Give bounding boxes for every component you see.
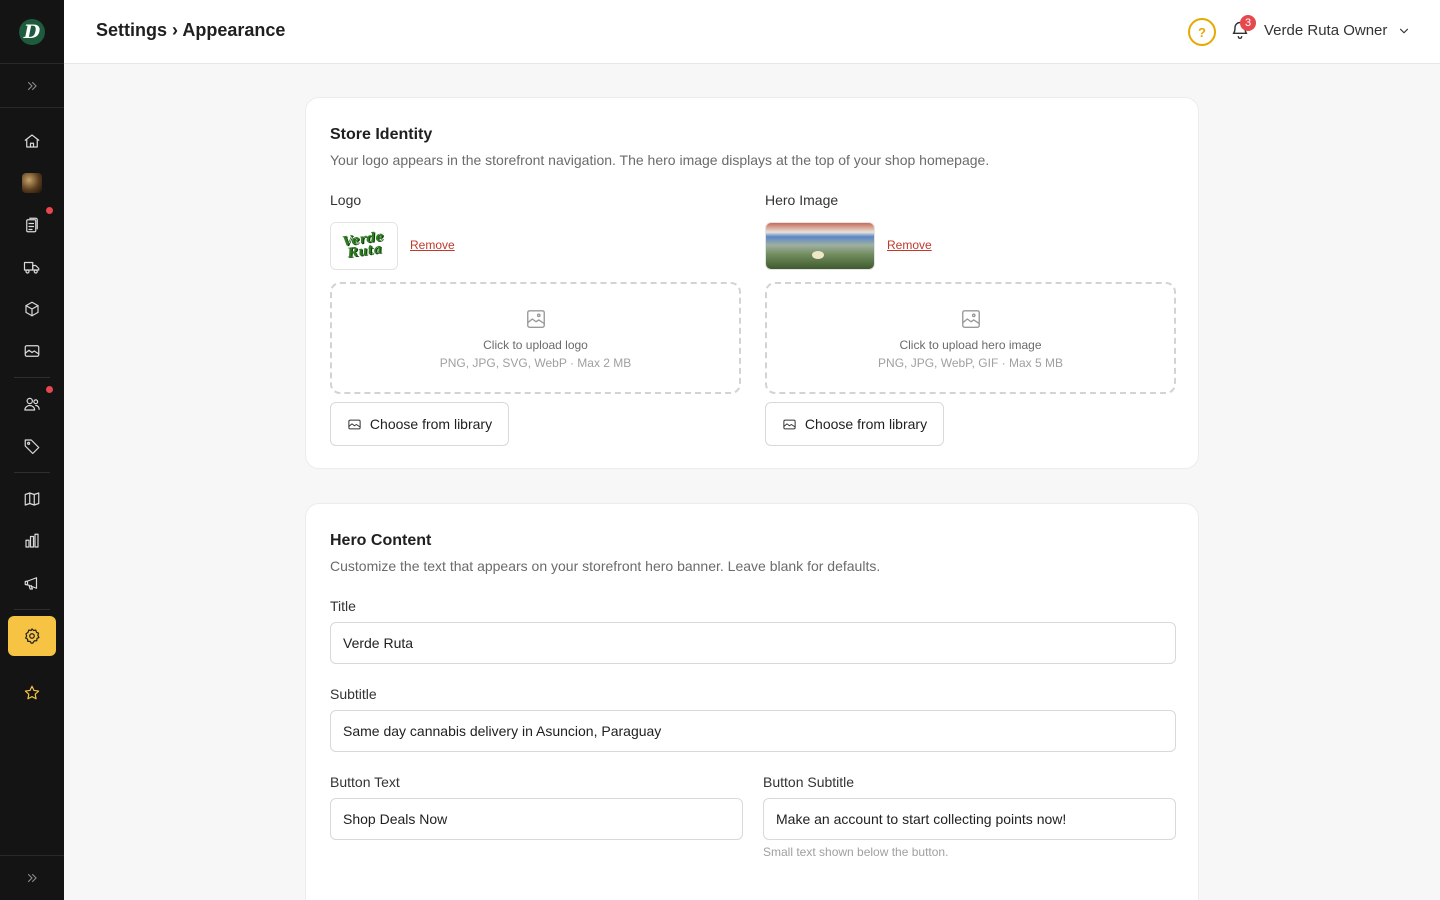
image-icon	[783, 419, 796, 429]
logo-image: Verde Ruta	[331, 223, 397, 269]
star-icon	[24, 685, 40, 700]
logo-preview: Verde Ruta	[330, 222, 398, 270]
section-description: Customize the text that appears on your …	[330, 558, 881, 574]
map-icon	[24, 492, 40, 506]
hero-choose-from-library-button[interactable]: Choose from library	[765, 402, 944, 446]
title-label: Title	[330, 598, 356, 614]
sidebar-divider	[14, 377, 50, 378]
customers-alert-dot	[46, 386, 53, 393]
hero-title-input[interactable]	[330, 622, 1176, 664]
sidebar-divider	[14, 609, 50, 610]
chevrons-right-icon	[27, 81, 37, 90]
sidebar-item-products[interactable]	[12, 291, 52, 327]
brand-logo-mark: D	[19, 18, 45, 45]
logo-label: Logo	[330, 192, 362, 208]
logo-wordmark: Verde Ruta	[341, 229, 385, 262]
orders-alert-dot	[46, 207, 53, 214]
upload-hint: PNG, JPG, SVG, WebP · Max 2 MB	[439, 356, 632, 370]
subtitle-label: Subtitle	[330, 686, 377, 702]
sidebar-divider	[14, 472, 50, 473]
button-subtitle-helper: Small text shown below the button.	[763, 845, 949, 859]
upload-title: Click to upload logo	[483, 338, 588, 352]
sidebar-item-settings[interactable]	[8, 616, 56, 656]
tag-icon	[24, 439, 40, 455]
upload-title: Click to upload hero image	[899, 338, 1042, 352]
user-menu[interactable]: Verde Ruta Owner	[1264, 22, 1411, 39]
gear-icon	[25, 628, 40, 644]
remove-logo-link[interactable]: Remove	[410, 238, 455, 252]
bar-chart-icon	[25, 533, 39, 548]
product-thumbnail	[22, 173, 42, 193]
hero-image-upload-dropzone[interactable]: Click to upload hero image PNG, JPG, Web…	[765, 282, 1176, 394]
sidebar-item-loyalty[interactable]	[12, 675, 52, 711]
box-icon	[25, 301, 39, 317]
hero-image-label: Hero Image	[765, 192, 839, 208]
logo-upload-dropzone[interactable]: Click to upload logo PNG, JPG, SVG, WebP…	[330, 282, 741, 394]
button-subtitle-label: Button Subtitle	[763, 774, 855, 790]
upload-hint: PNG, JPG, WebP, GIF · Max 5 MB	[878, 356, 1063, 370]
section-title: Store Identity	[330, 126, 433, 143]
notifications-button[interactable]: 3	[1230, 15, 1256, 44]
image-upload-icon	[526, 310, 545, 328]
button-subtitle-input[interactable]	[763, 798, 1176, 840]
hero-image	[766, 223, 874, 269]
hero-subtitle-input[interactable]	[330, 710, 1176, 752]
top-header: Settings › Appearance ? 3 Verde Ruta Own…	[64, 0, 1440, 64]
library-button-label: Choose from library	[369, 416, 493, 432]
sidebar-item-delivery[interactable]	[12, 249, 52, 285]
image-icon	[24, 345, 40, 357]
question-icon: ?	[1198, 24, 1206, 40]
user-name: Verde Ruta Owner	[1264, 22, 1388, 39]
breadcrumb: Settings › Appearance	[96, 20, 286, 40]
image-upload-icon	[961, 310, 980, 328]
sidebar-item-media[interactable]	[12, 333, 52, 369]
sidebar-item-product-image[interactable]	[12, 165, 52, 201]
chevron-down-icon	[1400, 28, 1409, 33]
sidebar-item-marketing[interactable]	[12, 565, 52, 601]
button-text-label: Button Text	[330, 774, 400, 790]
sidebar-expand-button[interactable]	[0, 64, 64, 108]
clipboard-icon	[26, 217, 38, 233]
sidebar-item-promotions[interactable]	[12, 428, 52, 464]
brand-logo[interactable]: D	[0, 0, 64, 64]
hero-content-card: Hero Content Customize the text that app…	[305, 503, 1199, 900]
library-button-label: Choose from library	[804, 416, 928, 432]
users-icon	[24, 397, 40, 411]
button-text-input[interactable]	[330, 798, 743, 840]
remove-hero-image-link[interactable]: Remove	[887, 238, 932, 252]
sidebar-collapse-toggle[interactable]	[0, 855, 64, 900]
store-identity-card: Store Identity Your logo appears in the …	[305, 97, 1199, 469]
sidebar-item-catalog[interactable]	[12, 481, 52, 517]
logo-choose-from-library-button[interactable]: Choose from library	[330, 402, 509, 446]
sidebar: D	[0, 0, 64, 900]
notification-count-badge: 3	[1240, 15, 1256, 31]
sidebar-item-home[interactable]	[12, 123, 52, 159]
section-description: Your logo appears in the storefront navi…	[330, 152, 990, 168]
section-title: Hero Content	[330, 532, 432, 549]
image-icon	[348, 419, 361, 429]
truck-icon	[23, 261, 40, 274]
sidebar-item-analytics[interactable]	[12, 523, 52, 559]
home-icon	[24, 134, 40, 148]
chevrons-right-icon	[27, 873, 37, 883]
hero-image-preview	[765, 222, 875, 270]
help-button[interactable]: ?	[1188, 18, 1216, 46]
megaphone-icon	[24, 577, 38, 590]
